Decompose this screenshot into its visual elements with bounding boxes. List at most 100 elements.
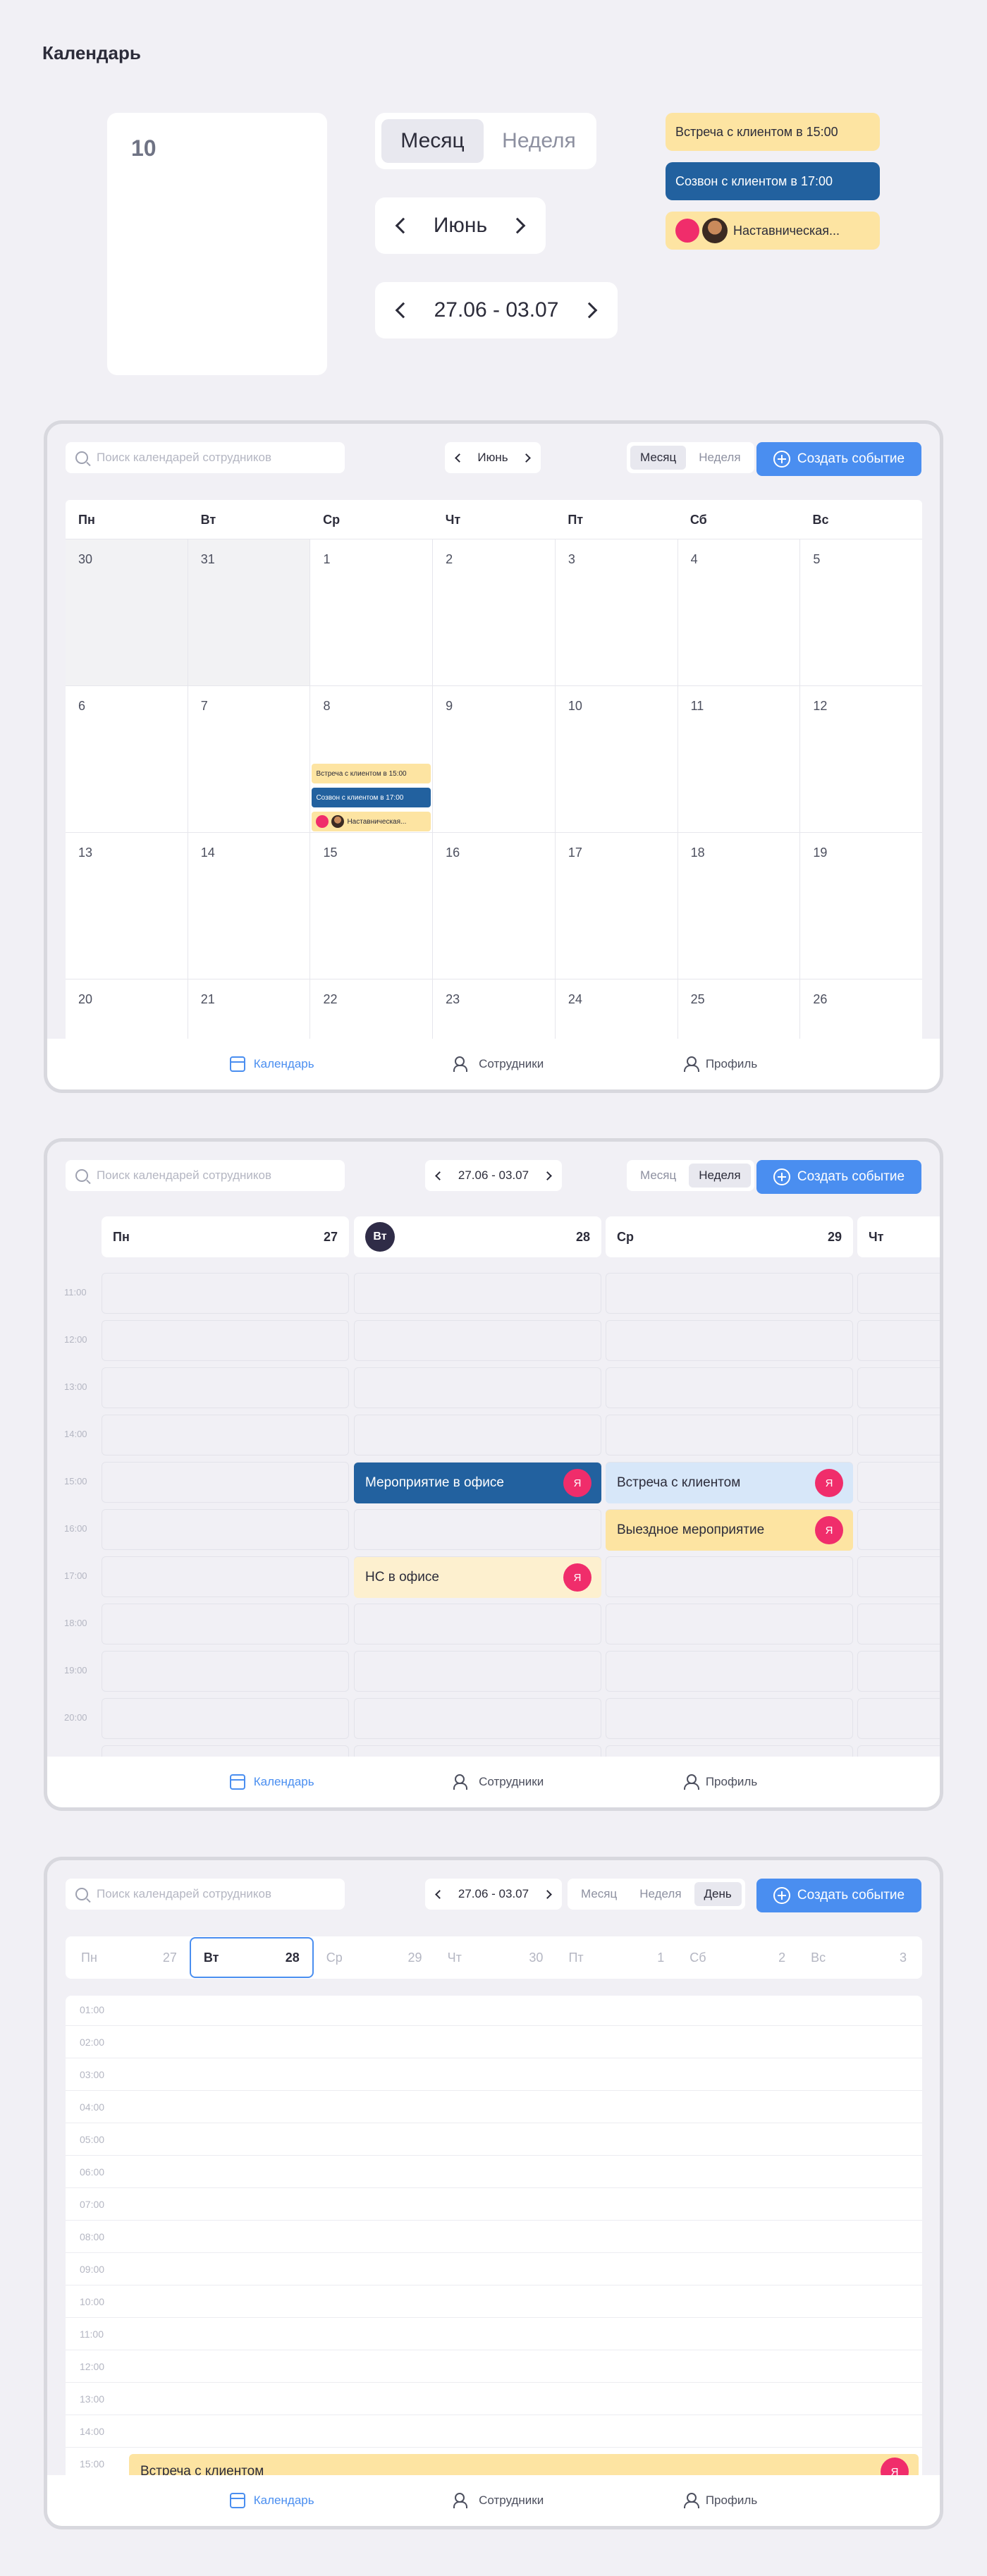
chevron-right-icon[interactable] [581, 302, 598, 319]
tab-profile[interactable]: Профиль [683, 1056, 757, 1072]
time-slot[interactable] [857, 1273, 940, 1314]
event-chip[interactable]: Наставническая... [312, 812, 431, 831]
day-chip[interactable]: Пт 1 [556, 1937, 677, 1978]
tab-calendar[interactable]: Календарь [229, 1774, 314, 1790]
time-slot[interactable] [102, 1320, 349, 1361]
day-cell[interactable]: 30 [66, 539, 188, 685]
toggle-month[interactable]: Месяц [381, 119, 484, 163]
event-chip[interactable]: Созвон с клиентом в 17:00 [312, 788, 431, 807]
day-cell[interactable]: 14 [188, 833, 311, 979]
tab-month[interactable]: Месяц [630, 446, 687, 470]
event-block[interactable]: Выездное мероприятие Я [606, 1510, 853, 1551]
day-cell[interactable]: 9 [433, 686, 556, 832]
day-cell[interactable]: 18 [678, 833, 801, 979]
time-slot[interactable] [606, 1556, 853, 1597]
chevron-right-icon[interactable] [543, 1889, 552, 1899]
time-slot[interactable] [102, 1651, 349, 1692]
time-slot[interactable] [857, 1651, 940, 1692]
time-slot[interactable] [606, 1698, 853, 1739]
time-slot[interactable] [354, 1509, 601, 1550]
chevron-right-icon[interactable] [522, 453, 531, 463]
time-slot[interactable] [857, 1556, 940, 1597]
day-cell[interactable]: 11 [678, 686, 801, 832]
tab-month[interactable]: Месяц [630, 1164, 686, 1188]
time-slot[interactable] [102, 1367, 349, 1408]
event-block[interactable]: Мероприятие в офисе Я [354, 1463, 601, 1503]
time-slot[interactable] [857, 1415, 940, 1455]
time-slot[interactable] [857, 1698, 940, 1739]
tab-calendar[interactable]: Календарь [229, 2493, 314, 2508]
day-chip[interactable]: Ср 29 [314, 1937, 435, 1978]
tab-day[interactable]: День [694, 1882, 742, 1906]
time-slot[interactable] [606, 1320, 853, 1361]
create-event-button[interactable]: Создать событие [756, 1879, 921, 1912]
day-chip[interactable]: Сб 2 [677, 1937, 798, 1978]
day-cell[interactable]: 7 [188, 686, 311, 832]
search-input[interactable]: Поиск календарей сотрудников [66, 1879, 345, 1910]
time-slot[interactable] [857, 1367, 940, 1408]
time-slot[interactable] [606, 1651, 853, 1692]
time-slot[interactable] [857, 1320, 940, 1361]
time-slot[interactable] [102, 1273, 349, 1314]
tab-week[interactable]: Неделя [689, 446, 750, 470]
chevron-left-icon[interactable] [395, 217, 412, 234]
time-slot[interactable] [102, 1698, 349, 1739]
time-slot[interactable] [354, 1367, 601, 1408]
event-chip-yellow[interactable]: Встреча с клиентом в 15:00 [666, 113, 880, 151]
day-chip[interactable]: Чт 30 [435, 1937, 556, 1978]
event-chip[interactable]: Встреча с клиентом в 15:00 [312, 764, 431, 783]
time-slot[interactable] [102, 1604, 349, 1644]
time-slot[interactable] [354, 1604, 601, 1644]
day-cell[interactable]: 31 [188, 539, 311, 685]
time-slot[interactable] [857, 1509, 940, 1550]
tab-profile[interactable]: Профиль [683, 2493, 757, 2508]
time-slot[interactable] [606, 1604, 853, 1644]
tab-profile[interactable]: Профиль [683, 1774, 757, 1790]
time-slot[interactable] [354, 1651, 601, 1692]
time-slot[interactable] [606, 1367, 853, 1408]
time-slot[interactable] [857, 1462, 940, 1503]
event-block[interactable]: Встреча с клиентом Я [606, 1463, 853, 1503]
time-slot[interactable] [354, 1273, 601, 1314]
day-chip[interactable]: Вс 3 [798, 1937, 919, 1978]
chevron-left-icon[interactable] [395, 302, 412, 319]
day-cell[interactable]: 1 [310, 539, 434, 685]
day-cell[interactable]: 5 [800, 539, 922, 685]
day-cell[interactable]: 3 [556, 539, 678, 685]
time-slot[interactable] [102, 1462, 349, 1503]
day-cell[interactable]: 12 [800, 686, 922, 832]
time-slot[interactable] [606, 1415, 853, 1455]
search-input[interactable]: Поиск календарей сотрудников [66, 442, 345, 473]
time-slot[interactable] [102, 1415, 349, 1455]
chevron-right-icon[interactable] [543, 1171, 552, 1180]
tab-employees[interactable]: Сотрудники [453, 1056, 544, 1072]
day-column-header-current[interactable]: Вт 28 [354, 1216, 601, 1257]
tab-calendar[interactable]: Календарь [229, 1056, 314, 1072]
day-cell[interactable]: 6 [66, 686, 188, 832]
day-cell[interactable]: 4 [678, 539, 801, 685]
day-cell[interactable]: 10 [556, 686, 678, 832]
day-cell[interactable]: 17 [556, 833, 678, 979]
tab-employees[interactable]: Сотрудники [453, 2493, 544, 2508]
day-card[interactable]: 10 [107, 113, 327, 375]
day-cell-with-events[interactable]: 8 Встреча с клиентом в 15:00 Созвон с кл… [310, 686, 434, 832]
chevron-left-icon[interactable] [435, 1889, 444, 1899]
day-cell[interactable]: 19 [800, 833, 922, 979]
time-slot[interactable] [857, 1604, 940, 1644]
day-chip[interactable]: Пн 27 [68, 1937, 190, 1978]
day-column-header[interactable]: Пн 27 [102, 1216, 349, 1257]
day-column-header[interactable]: Ср 29 [606, 1216, 853, 1257]
time-slot[interactable] [354, 1320, 601, 1361]
chevron-left-icon[interactable] [455, 453, 464, 463]
create-event-button[interactable]: Создать событие [756, 1160, 921, 1194]
time-slot[interactable] [102, 1509, 349, 1550]
tab-week[interactable]: Неделя [630, 1882, 691, 1906]
create-event-button[interactable]: Создать событие [756, 442, 921, 476]
chevron-left-icon[interactable] [435, 1171, 444, 1180]
toggle-week[interactable]: Неделя [488, 119, 590, 163]
time-slot[interactable] [102, 1556, 349, 1597]
event-block[interactable]: НС в офисе Я [354, 1557, 601, 1598]
tab-employees[interactable]: Сотрудники [453, 1774, 544, 1790]
day-cell[interactable]: 2 [433, 539, 556, 685]
time-slot[interactable] [606, 1273, 853, 1314]
